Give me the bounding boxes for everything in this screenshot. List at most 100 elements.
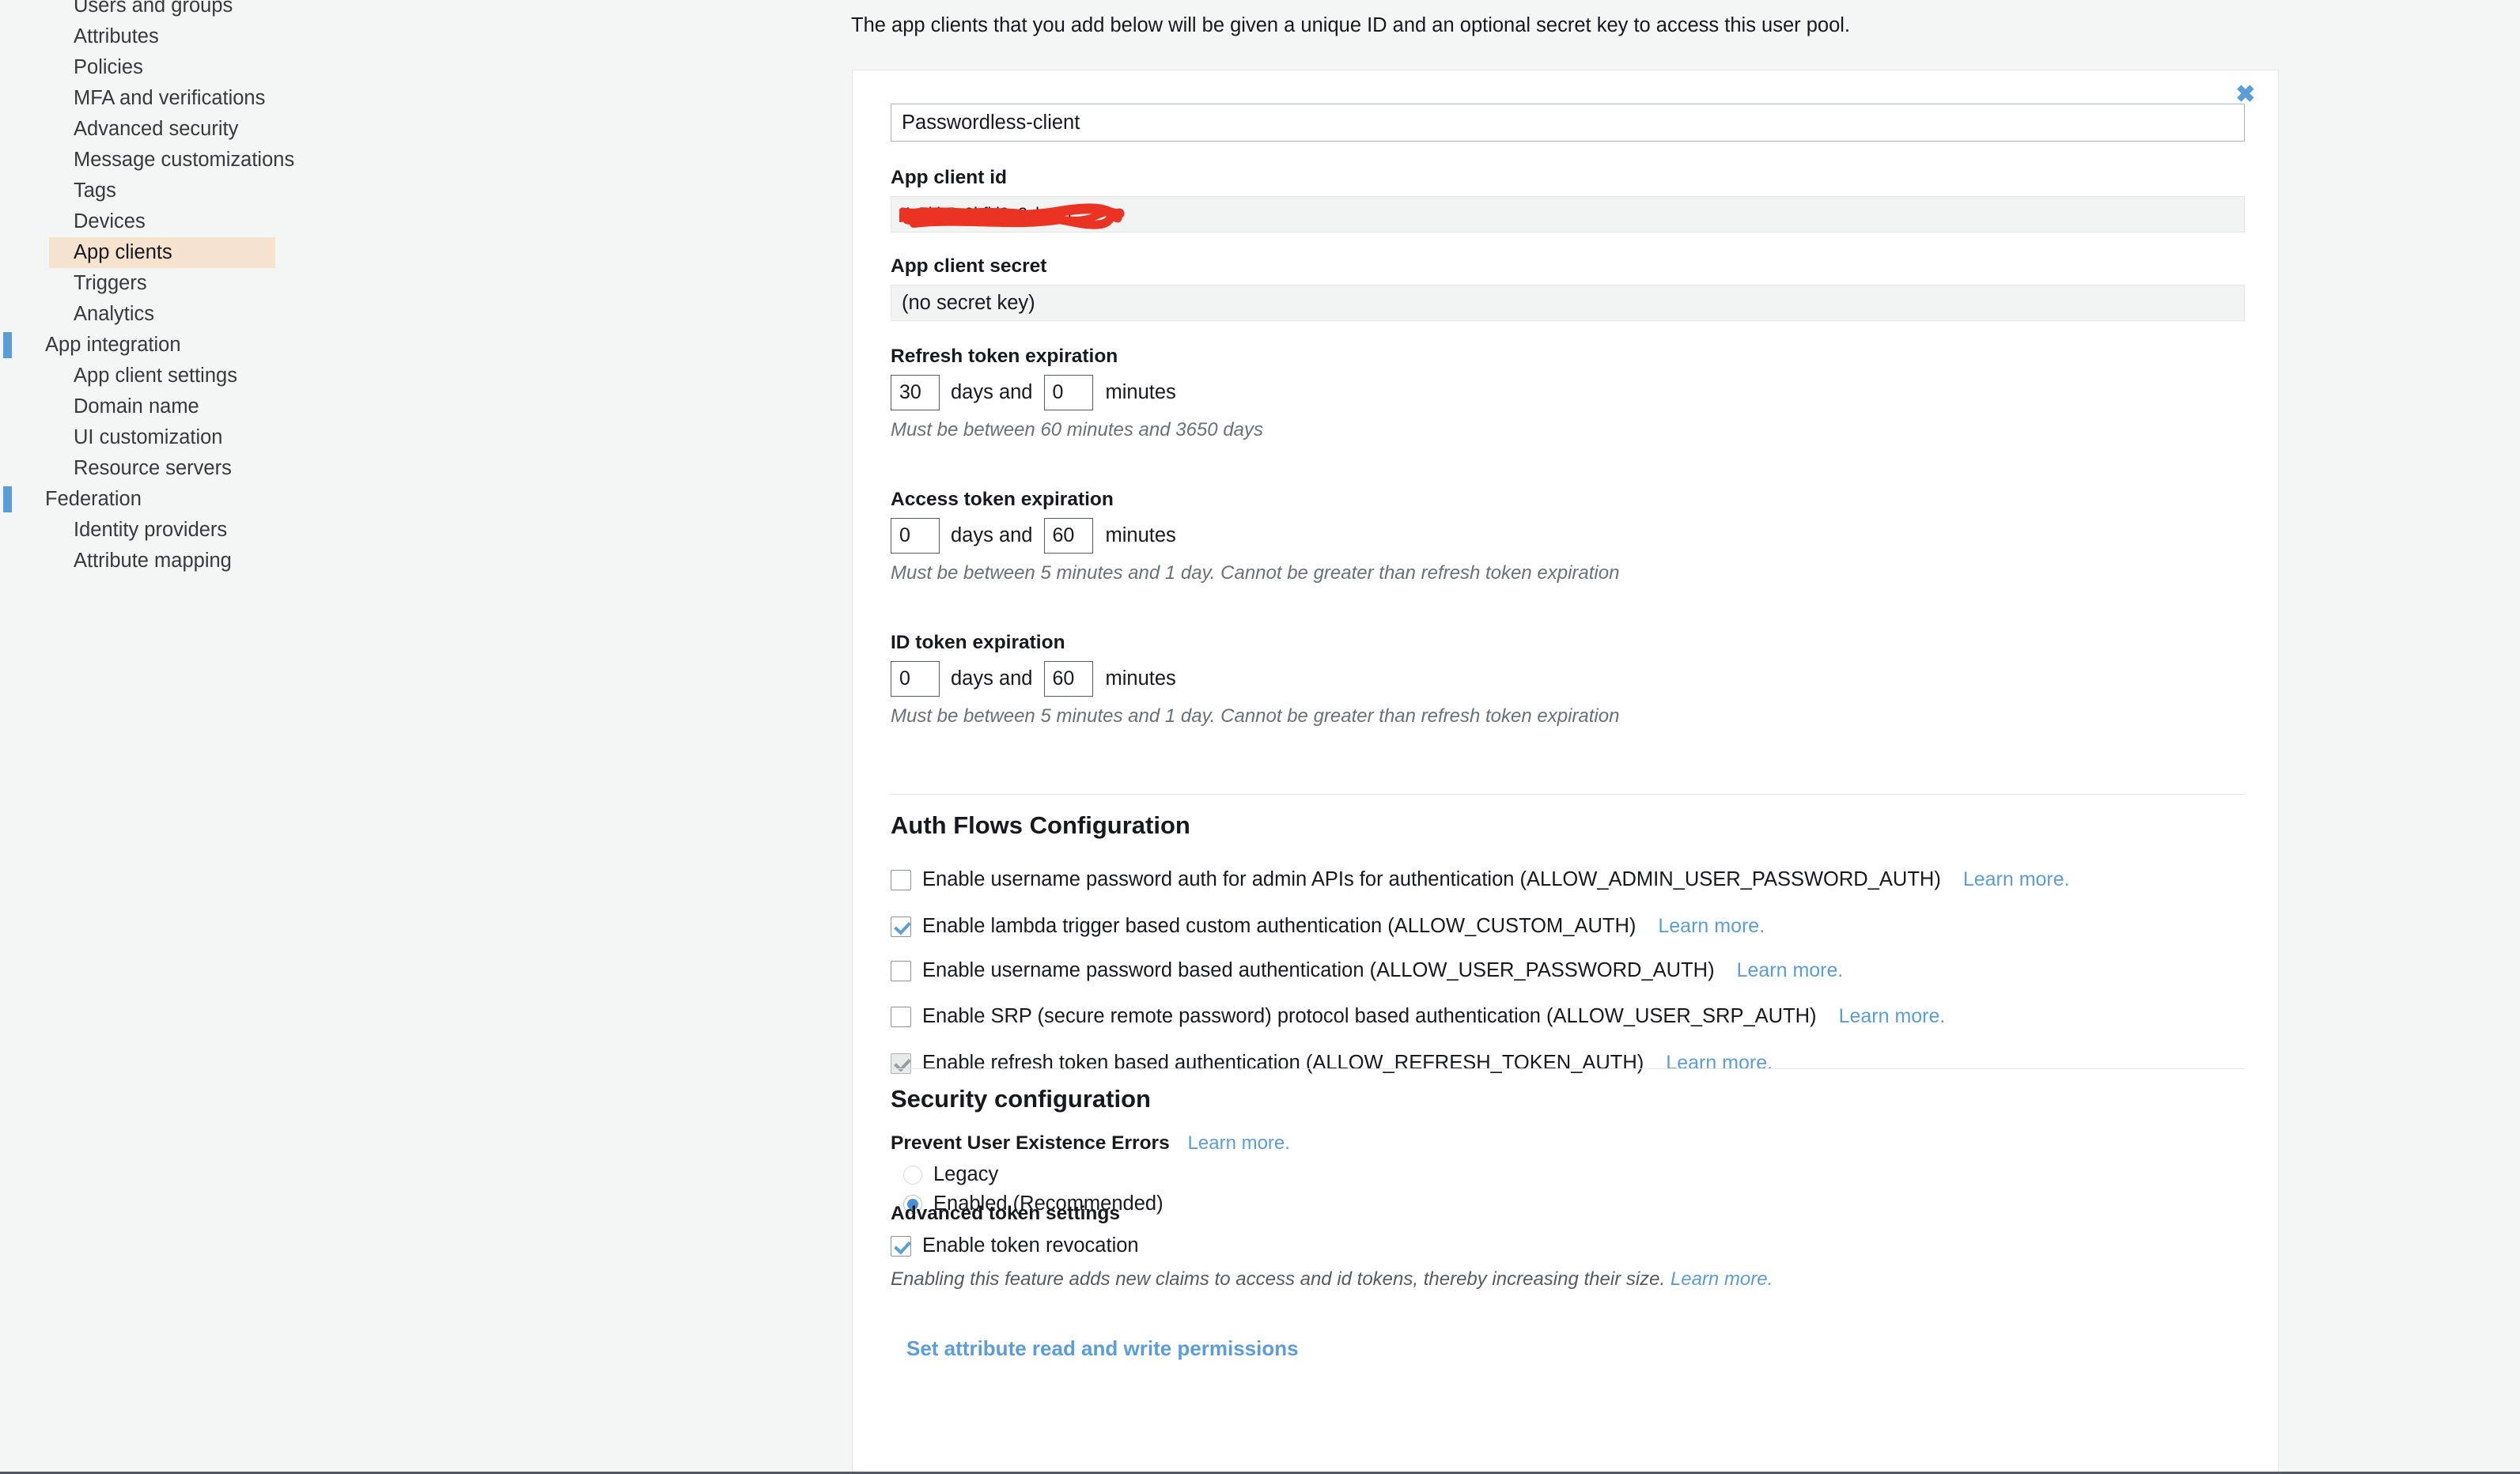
auth-flow-row[interactable]: Enable refresh token based authenticatio… <box>891 1052 1773 1075</box>
prevent-user-existence-errors-option[interactable]: Legacy <box>903 1163 998 1186</box>
access-token-duration-row: 0 days and 60 minutes <box>891 518 1619 554</box>
sidebar-item-federation[interactable]: Federation <box>0 484 851 515</box>
auth-flow-learn-more-link[interactable]: Learn more. <box>1737 959 1844 982</box>
sidebar-item-identity-providers[interactable]: Identity providers <box>0 515 851 546</box>
set-attribute-permissions-link[interactable]: Set attribute read and write permissions <box>906 1336 1299 1361</box>
id-token-expiration-field: ID token expiration 0 days and 60 minute… <box>891 632 1619 728</box>
sidebar-item-domain-name[interactable]: Domain name <box>0 391 851 422</box>
sidebar-item-advanced-security[interactable]: Advanced security <box>0 114 851 145</box>
sidebar-item-app-integration[interactable]: App integration <box>0 330 851 361</box>
sidebar-item-label: Advanced security <box>74 118 239 140</box>
sidebar-item-label: App integration <box>45 334 181 356</box>
app-client-id-value: 4s7kb5u0bfkl2p3xbv1d <box>891 196 2245 232</box>
sidebar-item-tags[interactable]: Tags <box>0 176 851 206</box>
prevent-user-existence-errors-text: Prevent User Existence Errors <box>891 1132 1170 1154</box>
client-name-input[interactable]: Passwordless-client <box>891 104 2245 142</box>
auth-flow-row[interactable]: Enable username password auth for admin … <box>891 868 2070 891</box>
client-name-field: Passwordless-client <box>891 104 2245 142</box>
auth-flow-label: Enable username password auth for admin … <box>922 868 1941 890</box>
radio-button[interactable] <box>903 1165 922 1185</box>
sidebar-item-label: Users and groups <box>74 0 233 17</box>
auth-flow-learn-more-link[interactable]: Learn more. <box>1666 1052 1773 1075</box>
app-client-id-field: App client id 4s7kb5u0bfkl2p3xbv1d <box>891 167 2245 232</box>
refresh-token-duration-row: 30 days and 0 minutes <box>891 375 1263 410</box>
security-configuration-title: Security configuration <box>891 1085 1151 1113</box>
auth-flows-title: Auth Flows Configuration <box>891 811 1190 839</box>
sidebar-item-label: Triggers <box>74 272 147 294</box>
divider-security <box>891 1068 2245 1069</box>
main-content: The app clients that you add below will … <box>851 0 2520 1474</box>
sidebar-item-triggers[interactable]: Triggers <box>0 268 851 299</box>
app-client-card: ✖ Passwordless-client App client id 4s7k… <box>852 70 2279 1474</box>
sidebar-item-label: MFA and verifications <box>74 87 266 109</box>
sidebar-item-label: Message customizations <box>74 149 295 171</box>
sidebar-item-users-and-groups[interactable]: Users and groups <box>0 0 851 21</box>
sidebar-item-label: App clients <box>74 241 172 263</box>
sidebar-item-app-clients[interactable]: App clients <box>0 237 851 268</box>
sidebar-item-label: Devices <box>74 210 146 232</box>
auth-flow-label: Enable SRP (secure remote password) prot… <box>922 1005 1817 1027</box>
sidebar-item-label: Domain name <box>74 395 199 418</box>
token-revocation-learn-more-link[interactable]: Learn more. <box>1671 1268 1773 1290</box>
app-root: Users and groups Attributes Policies MFA an… <box>0 0 2520 1474</box>
id-token-minutes-unit: minutes <box>1105 667 1176 690</box>
auth-flow-learn-more-link[interactable]: Learn more. <box>1839 1005 1946 1028</box>
divider-auth-flows <box>891 794 2245 795</box>
auth-flow-label: Enable refresh token based authenticatio… <box>922 1052 1644 1074</box>
enable-token-revocation-row[interactable]: Enable token revocation <box>891 1234 1139 1257</box>
enable-token-revocation-label: Enable token revocation <box>922 1234 1139 1257</box>
sidebar-item-label: Federation <box>45 488 142 510</box>
sidebar-item-policies[interactable]: Policies <box>0 52 851 83</box>
access-token-hint: Must be between 5 minutes and 1 day. Can… <box>891 562 1620 584</box>
auth-flow-checkbox[interactable] <box>891 1006 911 1027</box>
token-revocation-note-text: Enabling this feature adds new claims to… <box>891 1268 1666 1290</box>
sidebar-item-devices[interactable]: Devices <box>0 206 851 237</box>
sidebar-item-label: Tags <box>74 180 116 202</box>
sidebar-item-attributes[interactable]: Attributes <box>0 21 851 52</box>
sidebar-item-analytics[interactable]: Analytics <box>0 299 851 330</box>
enable-token-revocation-checkbox[interactable] <box>891 1235 911 1257</box>
sidebar-item-label: Identity providers <box>74 519 228 541</box>
auth-flow-learn-more-link[interactable]: Learn more. <box>1658 915 1765 938</box>
sidebar-item-label: Resource servers <box>74 457 232 479</box>
prevent-user-existence-errors-label: Prevent User Existence Errors Learn more… <box>891 1132 1290 1155</box>
sidebar-item-mfa-and-verifications[interactable]: MFA and verifications <box>0 83 851 114</box>
id-token-days-unit: days and <box>951 667 1033 690</box>
sidebar-item-label: UI customization <box>74 426 223 448</box>
prevent-user-existence-errors-learn-more-link[interactable]: Learn more. <box>1188 1132 1290 1154</box>
auth-flow-row[interactable]: Enable lambda trigger based custom authe… <box>891 915 1765 938</box>
auth-flow-checkbox[interactable] <box>891 960 911 981</box>
id-token-minutes-input[interactable]: 60 <box>1043 661 1093 697</box>
access-token-minutes-input[interactable]: 60 <box>1043 518 1093 554</box>
access-token-minutes-unit: minutes <box>1105 524 1176 546</box>
auth-flow-label: Enable lambda trigger based custom authe… <box>922 915 1636 937</box>
access-token-days-unit: days and <box>951 524 1033 546</box>
sidebar-item-ui-customization[interactable]: UI customization <box>0 422 851 453</box>
refresh-token-minutes-input[interactable]: 0 <box>1043 375 1093 410</box>
auth-flow-checkbox[interactable] <box>891 916 911 937</box>
sidebar-item-label: App client settings <box>74 365 237 387</box>
sidebar-item-message-customizations[interactable]: Message customizations <box>0 145 851 176</box>
id-token-expiration-label: ID token expiration <box>891 632 1065 653</box>
sidebar-section-marker <box>3 332 12 358</box>
sidebar-item-label: Attributes <box>74 25 159 47</box>
sidebar-item-attribute-mapping[interactable]: Attribute mapping <box>0 546 851 576</box>
refresh-token-days-unit: days and <box>951 381 1033 403</box>
auth-flow-label: Enable username password based authentic… <box>922 959 1715 981</box>
id-token-days-input[interactable]: 0 <box>891 661 940 697</box>
access-token-days-input[interactable]: 0 <box>891 518 940 554</box>
auth-flow-checkbox[interactable] <box>891 869 911 890</box>
auth-flow-learn-more-link[interactable]: Learn more. <box>1963 868 2070 891</box>
auth-flow-row[interactable]: Enable username password based authentic… <box>891 959 1843 982</box>
refresh-token-minutes-unit: minutes <box>1105 381 1176 403</box>
sidebar-item-resource-servers[interactable]: Resource servers <box>0 453 851 484</box>
access-token-expiration-label: Access token expiration <box>891 489 1114 510</box>
sidebar-item-label: Analytics <box>74 303 155 325</box>
auth-flow-row[interactable]: Enable SRP (secure remote password) prot… <box>891 1005 1945 1028</box>
refresh-token-expiration-field: Refresh token expiration 30 days and 0 m… <box>891 346 1263 441</box>
sidebar-item-app-client-settings[interactable]: App client settings <box>0 361 851 391</box>
intro-description: The app clients that you add below will … <box>851 14 1851 36</box>
refresh-token-days-input[interactable]: 30 <box>891 375 940 410</box>
radio-label: Legacy <box>933 1163 999 1185</box>
id-token-duration-row: 0 days and 60 minutes <box>891 661 1619 697</box>
